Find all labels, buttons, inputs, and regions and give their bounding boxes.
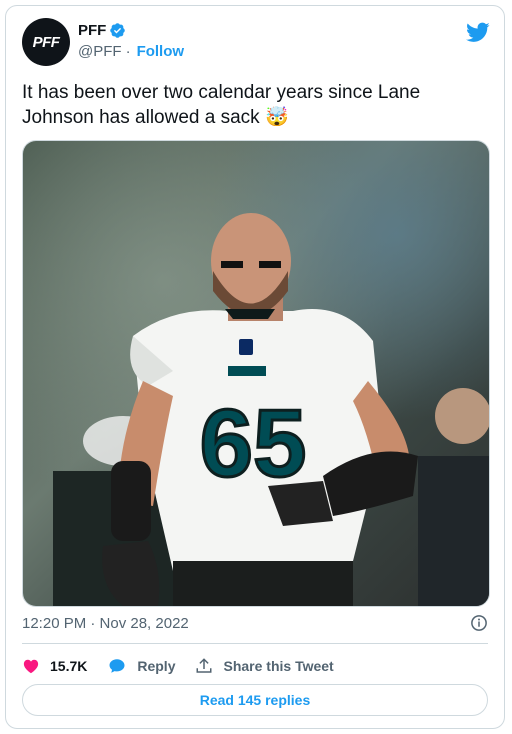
- tweet-body: It has been over two calendar years sinc…: [22, 82, 421, 128]
- timestamp[interactable]: 12:20 PM · Nov 28, 2022: [22, 615, 189, 632]
- exploding-head-emoji: 🤯: [264, 107, 289, 128]
- name-line: PFF: [78, 22, 126, 39]
- reply-bubble-icon: [109, 659, 125, 673]
- reply-button[interactable]: Reply: [107, 657, 175, 675]
- handle-line: @PFF · Follow: [78, 43, 184, 60]
- tweet-meta: 12:20 PM · Nov 28, 2022: [22, 614, 488, 632]
- avatar-logo-text: PFF: [32, 33, 60, 51]
- read-replies-button[interactable]: Read 145 replies: [22, 684, 488, 716]
- jersey-number: 65: [200, 390, 307, 497]
- share-label: Share this Tweet: [223, 658, 334, 674]
- tweet-photo[interactable]: 65: [22, 140, 490, 607]
- share-button[interactable]: Share this Tweet: [195, 657, 334, 675]
- twitter-bird-icon[interactable]: [466, 20, 490, 44]
- read-replies-label: Read 145 replies: [199, 692, 311, 708]
- account-name[interactable]: PFF: [78, 22, 106, 39]
- reply-label: Reply: [137, 658, 176, 674]
- heart-icon: [23, 659, 39, 674]
- player-photo: 65: [23, 141, 489, 606]
- tweet-header: PFF PFF @PFF · Follow: [22, 18, 490, 66]
- follow-button[interactable]: Follow: [137, 43, 185, 60]
- avatar[interactable]: PFF: [22, 18, 70, 66]
- like-button[interactable]: 15.7K: [22, 657, 87, 675]
- tweet-text: It has been over two calendar years sinc…: [22, 80, 490, 130]
- info-icon[interactable]: [470, 614, 488, 632]
- share-upload-icon: [196, 658, 212, 673]
- separator-dot: ·: [125, 43, 131, 60]
- verified-badge-icon: [110, 23, 126, 38]
- tweet-card: PFF PFF @PFF · Follow It has been over t…: [5, 5, 505, 729]
- account-handle[interactable]: @PFF: [78, 43, 122, 60]
- tweet-actions: 15.7K Reply Share this Tweet: [22, 652, 354, 680]
- divider: [22, 643, 488, 644]
- like-count: 15.7K: [50, 658, 88, 674]
